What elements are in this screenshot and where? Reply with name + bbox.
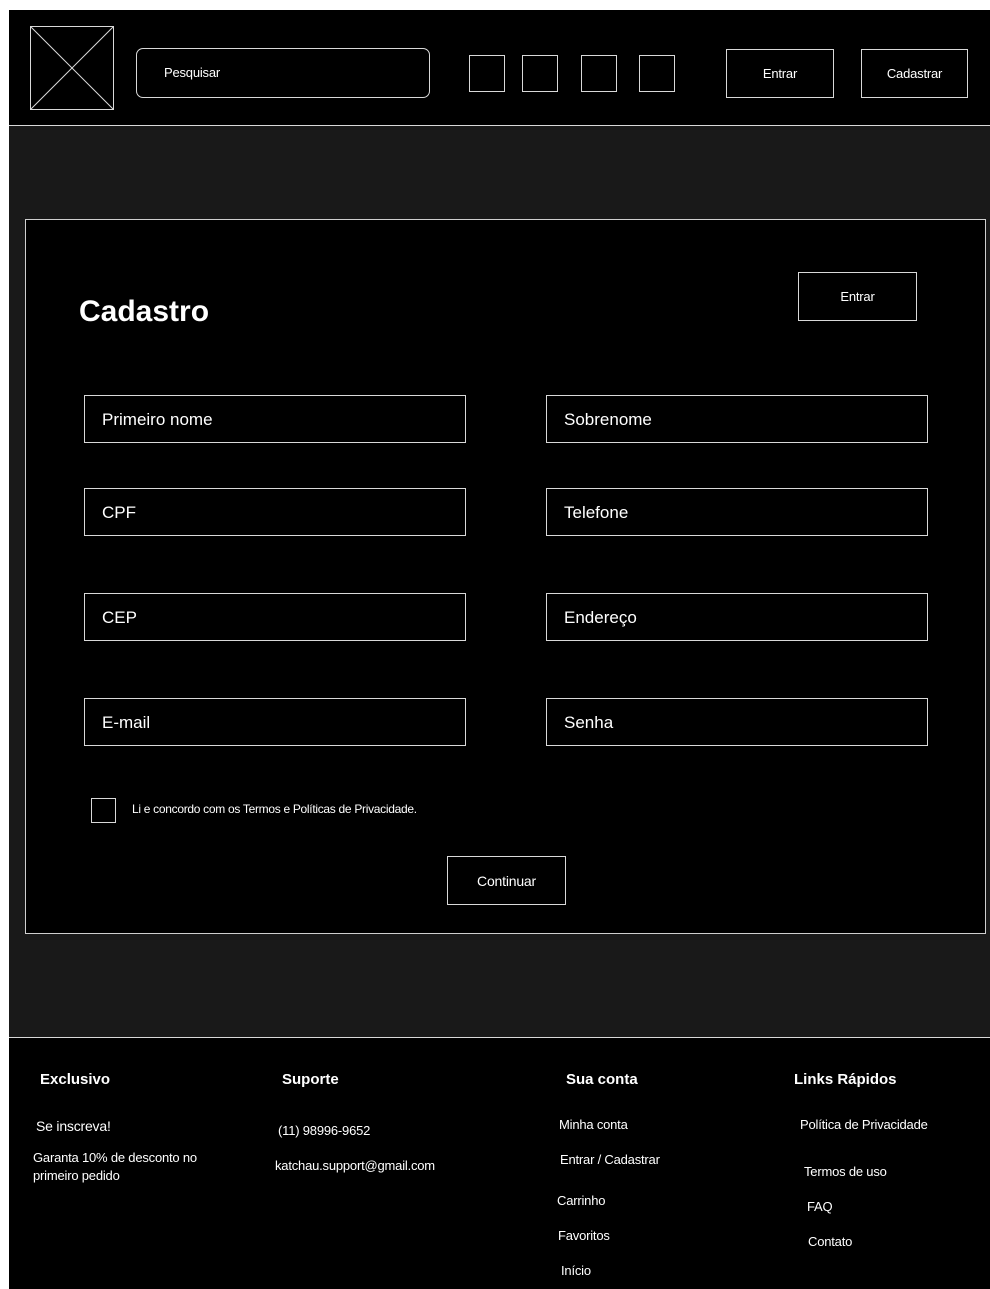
footer-support-heading: Suporte [282, 1071, 339, 1088]
cep-placeholder: CEP [102, 608, 137, 627]
cpf-placeholder: CPF [102, 503, 136, 522]
footer: Exclusivo Se inscreva! Garanta 10% de de… [9, 1037, 990, 1289]
cep-field[interactable]: CEP [84, 593, 466, 641]
footer-link-terms[interactable]: Termos de uso [804, 1163, 887, 1181]
last-name-placeholder: Sobrenome [564, 410, 652, 429]
continue-button[interactable]: Continuar [447, 856, 566, 905]
footer-link-faq[interactable]: FAQ [807, 1198, 833, 1216]
header: Pesquisar Entrar Cadastrar [9, 10, 990, 126]
support-email[interactable]: katchau.support@gmail.com [275, 1157, 435, 1175]
footer-link-login-register[interactable]: Entrar / Cadastrar [560, 1151, 660, 1169]
header-register-button[interactable]: Cadastrar [861, 49, 968, 98]
discount-text: Garanta 10% de desconto no primeiro pedi… [33, 1150, 197, 1183]
phone-field[interactable]: Telefone [546, 488, 928, 536]
first-name-field[interactable]: Primeiro nome [84, 395, 466, 443]
support-phone: (11) 98996-9652 [278, 1123, 371, 1138]
footer-link-favorites[interactable]: Favoritos [558, 1227, 610, 1245]
footer-account-heading: Sua conta [566, 1071, 638, 1088]
footer-link-privacy[interactable]: Política de Privacidade [800, 1116, 928, 1134]
search-input[interactable]: Pesquisar [136, 48, 430, 98]
footer-link-my-account[interactable]: Minha conta [559, 1116, 628, 1134]
page: Pesquisar Entrar Cadastrar Cadastro Entr… [9, 10, 990, 1289]
header-icon-button-2[interactable] [522, 55, 558, 92]
register-card: Cadastro Entrar Primeiro nome Sobrenome … [25, 219, 986, 934]
header-icon-button-3[interactable] [581, 55, 617, 92]
cpf-field[interactable]: CPF [84, 488, 466, 536]
footer-link-home[interactable]: Início [561, 1262, 591, 1280]
logo-placeholder[interactable] [30, 26, 114, 110]
header-icon-button-1[interactable] [469, 55, 505, 92]
email-field[interactable]: E-mail [84, 698, 466, 746]
footer-link-cart[interactable]: Carrinho [557, 1192, 605, 1210]
phone-placeholder: Telefone [564, 503, 629, 522]
search-placeholder: Pesquisar [164, 65, 221, 80]
password-placeholder: Senha [564, 713, 614, 732]
page-title: Cadastro [79, 295, 210, 328]
last-name-field[interactable]: Sobrenome [546, 395, 928, 443]
address-field[interactable]: Endereço [546, 593, 928, 641]
email-placeholder: E-mail [102, 713, 151, 732]
footer-exclusive-heading: Exclusivo [40, 1071, 111, 1088]
login-button[interactable]: Entrar [798, 272, 917, 321]
terms-label: Li e concordo com os Termos e Políticas … [132, 802, 417, 816]
terms-checkbox[interactable] [91, 798, 116, 823]
subscribe-link[interactable]: Se inscreva! [36, 1117, 111, 1135]
footer-quick-links-heading: Links Rápidos [794, 1071, 897, 1088]
password-field[interactable]: Senha [546, 698, 928, 746]
header-icon-button-4[interactable] [639, 55, 675, 92]
header-login-button[interactable]: Entrar [726, 49, 834, 98]
image-placeholder-icon [31, 27, 113, 109]
address-placeholder: Endereço [564, 608, 637, 627]
footer-link-contact[interactable]: Contato [808, 1233, 852, 1251]
first-name-placeholder: Primeiro nome [102, 410, 213, 429]
